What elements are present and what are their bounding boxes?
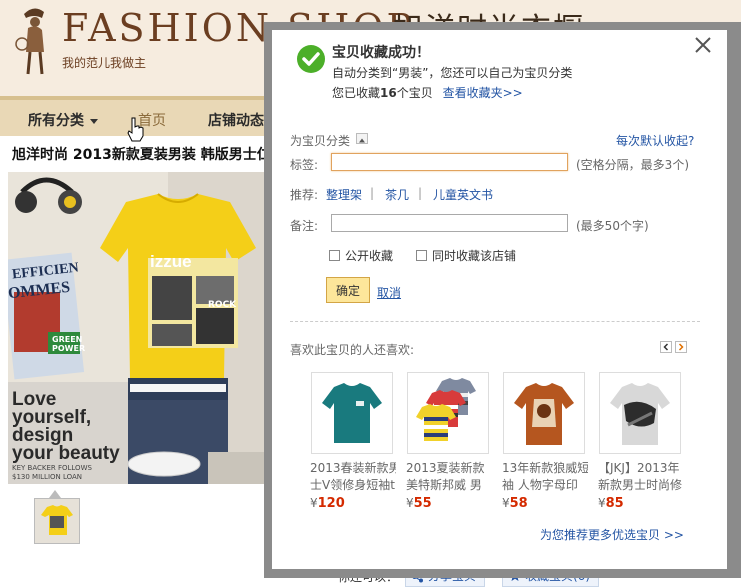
product-main-image[interactable]: EFFICIEN OMMES GREEN POWER Love yourself… bbox=[8, 172, 270, 484]
poster-line-5: KEY BACKER FOLLOWS bbox=[12, 464, 92, 472]
recommend-item-price: ¥120 bbox=[310, 496, 345, 511]
recommend-item-title-line2[interactable]: 袖 人物字母印 bbox=[502, 477, 588, 494]
public-collect-label: 公开收藏 bbox=[345, 249, 394, 263]
shirt-brand-print: izzue bbox=[150, 252, 192, 271]
recommend-tag-2[interactable]: 茶几 bbox=[385, 186, 409, 203]
default-collect-link[interactable]: 每次默认收起? bbox=[616, 132, 694, 149]
recommend-item-price: ¥55 bbox=[406, 496, 432, 511]
product-title: 旭洋时尚 2013新款夏装男装 韩版男士仁 bbox=[12, 147, 271, 163]
close-icon[interactable] bbox=[692, 34, 714, 56]
recommend-separator: | bbox=[370, 186, 375, 200]
recommend-tag-1[interactable]: 整理架 bbox=[326, 186, 362, 203]
recommend-item-title-line1[interactable]: 2013夏装新款 bbox=[406, 460, 492, 477]
tag-label: 标签: bbox=[290, 158, 319, 172]
check-circle-icon bbox=[297, 45, 325, 73]
recommend-item-title-line1[interactable]: 【JKJ】2013年 bbox=[598, 460, 684, 477]
next-page-button[interactable] bbox=[675, 341, 687, 353]
thumbnail-photo bbox=[35, 499, 79, 543]
note-label: 备注: bbox=[290, 219, 319, 233]
teal-tshirt-photo bbox=[312, 373, 392, 453]
recommend-item-image[interactable] bbox=[599, 372, 681, 454]
favorite-count-value: 16 bbox=[380, 86, 397, 100]
price-currency: ¥ bbox=[406, 496, 414, 510]
price-value: 120 bbox=[317, 496, 345, 511]
striped-tshirts-photo bbox=[408, 373, 488, 453]
price-currency: ¥ bbox=[310, 496, 318, 510]
magazine-badge-1: GREEN bbox=[52, 335, 83, 344]
also-like-title: 喜欢此宝贝的人还喜欢: bbox=[290, 343, 415, 357]
logo-figure-icon bbox=[15, 8, 44, 75]
recommend-item-title-line2[interactable]: 新款男士时尚修 bbox=[598, 477, 684, 494]
collect-shop-checkbox[interactable] bbox=[416, 250, 427, 261]
hand-cursor-icon bbox=[127, 117, 144, 142]
favorite-count-prefix: 您已收藏 bbox=[332, 86, 381, 100]
recommend-separator: | bbox=[418, 186, 423, 200]
nav-all-categories[interactable]: 所有分类 bbox=[28, 110, 98, 130]
note-input[interactable] bbox=[331, 214, 568, 232]
tag-hint: (空格分隔，最多3个) bbox=[576, 158, 689, 172]
recommend-item-title-line1[interactable]: 2013春装新款男 bbox=[310, 460, 396, 477]
view-favorites-link[interactable]: 查看收藏夹>> bbox=[443, 86, 523, 100]
recommend-item-image[interactable] bbox=[311, 372, 393, 454]
price-currency: ¥ bbox=[502, 496, 510, 510]
collapse-categorize-button[interactable] bbox=[356, 133, 368, 144]
tag-input[interactable] bbox=[331, 153, 568, 171]
collect-shop-label: 同时收藏该店铺 bbox=[432, 249, 517, 263]
chevron-right-icon bbox=[678, 343, 684, 351]
success-title: 宝贝收藏成功！ bbox=[332, 45, 430, 61]
note-hint: (最多50个字) bbox=[576, 219, 649, 233]
product-thumbnail[interactable] bbox=[34, 498, 80, 544]
magazine-badge-2: POWER bbox=[52, 344, 86, 353]
nav-all-categories-label: 所有分类 bbox=[28, 113, 84, 129]
price-currency: ¥ bbox=[598, 496, 606, 510]
cancel-link[interactable]: 取消 bbox=[377, 284, 401, 301]
price-value: 85 bbox=[605, 496, 624, 511]
recommend-tag-3[interactable]: 儿童英文书 bbox=[433, 186, 493, 203]
poster-line-6: $130 MILLION LOAN bbox=[12, 473, 83, 481]
triangle-up-icon bbox=[359, 138, 365, 143]
public-collect-checkbox[interactable] bbox=[329, 250, 340, 261]
brand-tagline: 我的范儿我做主 bbox=[62, 56, 147, 70]
shirt-print-word: ROCK bbox=[208, 300, 237, 310]
section-divider bbox=[290, 321, 700, 322]
more-recommend-link[interactable]: 为您推荐更多优选宝贝 >> bbox=[540, 526, 684, 543]
orange-print-tshirt-photo bbox=[504, 373, 584, 453]
recommend-item-title-line2[interactable]: 士V领修身短袖t bbox=[310, 477, 396, 494]
recommend-item-image[interactable] bbox=[503, 372, 585, 454]
auto-category-text: 自动分类到“男装”，您还可以自己为宝贝分类 bbox=[332, 66, 573, 80]
favorite-count-suffix: 个宝贝 bbox=[396, 86, 433, 100]
recommend-item-title-line2[interactable]: 美特斯邦威 男 bbox=[406, 477, 492, 494]
recommend-item-price: ¥85 bbox=[598, 496, 624, 511]
price-value: 58 bbox=[509, 496, 528, 511]
nav-shop-news[interactable]: 店铺动态 bbox=[208, 110, 264, 130]
poster-line-4: your beauty bbox=[12, 443, 120, 464]
recommend-label: 推荐: bbox=[290, 188, 319, 202]
categorize-label: 为宝贝分类 bbox=[290, 134, 351, 148]
thumbnail-pointer bbox=[49, 490, 61, 498]
recommend-item-image[interactable] bbox=[407, 372, 489, 454]
chevron-left-icon bbox=[663, 343, 669, 351]
grey-print-tshirt-photo bbox=[600, 373, 680, 453]
recommend-item-title-line1[interactable]: 13年新款狼威短 bbox=[502, 460, 588, 477]
caret-down-icon bbox=[90, 118, 98, 124]
price-value: 55 bbox=[413, 496, 432, 511]
prev-page-button[interactable] bbox=[660, 341, 672, 353]
favorite-count-text: 您已收藏16个宝贝 查看收藏夹>> bbox=[332, 84, 523, 101]
confirm-button[interactable]: 确定 bbox=[326, 277, 370, 303]
recommend-item-price: ¥58 bbox=[502, 496, 528, 511]
